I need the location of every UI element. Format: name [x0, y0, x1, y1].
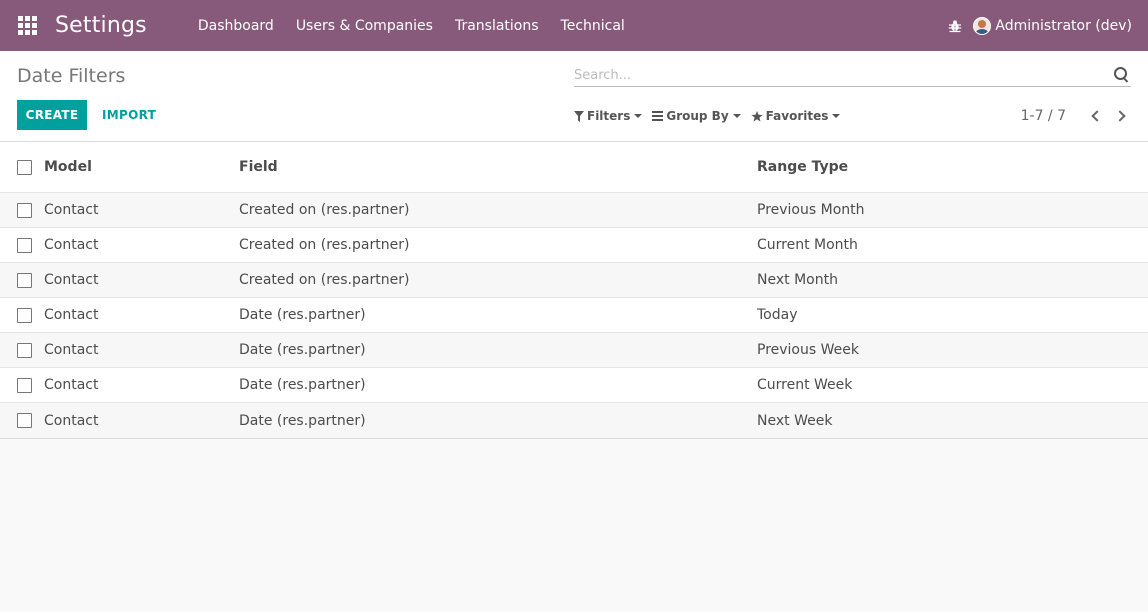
caret-down-icon [732, 114, 741, 118]
select-all-checkbox[interactable] [17, 159, 32, 175]
menu-item-technical[interactable]: Technical [550, 0, 636, 51]
row-checkbox[interactable] [17, 307, 32, 323]
cell-range-type: Today [757, 307, 798, 323]
row-select-cell [0, 377, 44, 393]
control-panel: Date Filters CREATE IMPORT Filters Group… [0, 51, 1148, 142]
column-header-range-type[interactable]: Range Type [757, 159, 1148, 175]
cell-field: Date (res.partner) [239, 412, 366, 429]
table-body: Contact Created on (res.partner) Previou… [0, 193, 1148, 438]
filter-icon [574, 110, 584, 122]
cell-range-type: Next Week [757, 412, 833, 429]
row-checkbox[interactable] [17, 237, 32, 253]
table-row[interactable]: Contact Created on (res.partner) Previou… [0, 193, 1148, 228]
row-select-cell [0, 342, 44, 358]
user-menu[interactable]: Administrator (dev) [973, 0, 1148, 51]
pager-value[interactable]: 1-7 / 7 [1021, 108, 1066, 124]
pager: 1-7 / 7 [1021, 101, 1130, 131]
groupby-dropdown[interactable]: Group By [652, 109, 741, 123]
cell-field: Created on (res.partner) [239, 237, 410, 253]
breadcrumb: Date Filters [17, 65, 126, 87]
apps-menu-icon[interactable] [0, 0, 54, 51]
column-header-model[interactable]: Model [44, 159, 239, 175]
cell-range-type: Previous Week [757, 342, 859, 358]
row-checkbox[interactable] [17, 272, 32, 288]
row-select-cell [0, 202, 44, 218]
cell-model: Contact [44, 412, 99, 429]
cell-field: Date (res.partner) [239, 307, 366, 323]
filters-dropdown[interactable]: Filters [574, 109, 643, 123]
row-checkbox[interactable] [17, 342, 32, 358]
filters-label: Filters [587, 109, 631, 123]
user-name: Administrator (dev) [995, 17, 1132, 34]
list-icon [652, 111, 664, 121]
row-select-cell [0, 272, 44, 288]
pager-previous-button[interactable] [1086, 106, 1104, 126]
groupby-label: Group By [666, 109, 729, 123]
cell-field: Created on (res.partner) [239, 202, 410, 218]
pager-next-button[interactable] [1112, 106, 1130, 126]
main-menu: Dashboard Users & Companies Translations… [187, 0, 636, 51]
row-checkbox[interactable] [17, 413, 32, 428]
menu-item-translations[interactable]: Translations [444, 0, 550, 51]
caret-down-icon [634, 114, 643, 118]
search-options: Filters Group By Favorites [574, 101, 850, 131]
cell-field: Date (res.partner) [239, 377, 366, 393]
chevron-right-icon [1113, 110, 1126, 122]
column-header-field[interactable]: Field [239, 159, 757, 175]
chevron-left-icon [1090, 110, 1103, 122]
apps-grid-icon [17, 16, 37, 35]
select-all-cell [0, 159, 44, 175]
topbar-right: Administrator (dev) [937, 0, 1148, 51]
search-input[interactable] [574, 67, 1113, 83]
debug-bug-icon[interactable] [937, 0, 973, 51]
row-checkbox[interactable] [17, 202, 32, 218]
table-row[interactable]: Contact Date (res.partner) Current Week [0, 368, 1148, 403]
cell-model: Contact [44, 307, 99, 323]
table-header: Model Field Range Type [0, 142, 1148, 193]
cell-range-type: Next Month [757, 272, 838, 288]
table-row[interactable]: Contact Date (res.partner) Today [0, 298, 1148, 333]
row-checkbox[interactable] [17, 377, 32, 393]
cell-range-type: Current Week [757, 377, 853, 393]
cell-model: Contact [44, 272, 99, 288]
cell-model: Contact [44, 342, 99, 358]
avatar [973, 16, 992, 35]
table-row[interactable]: Contact Created on (res.partner) Next Mo… [0, 263, 1148, 298]
row-select-cell [0, 413, 44, 428]
search-bar [574, 64, 1131, 87]
star-icon [751, 110, 763, 122]
table-row[interactable]: Contact Date (res.partner) Previous Week [0, 333, 1148, 368]
list-view-table: Model Field Range Type Contact Created o… [0, 142, 1148, 439]
table-row[interactable]: Contact Date (res.partner) Next Week [0, 403, 1148, 438]
caret-down-icon [832, 114, 841, 118]
cell-field: Date (res.partner) [239, 342, 366, 358]
cell-range-type: Previous Month [757, 202, 865, 218]
table-row[interactable]: Contact Created on (res.partner) Current… [0, 228, 1148, 263]
row-select-cell [0, 307, 44, 323]
top-navbar: Settings Dashboard Users & Companies Tra… [0, 0, 1148, 51]
favorites-dropdown[interactable]: Favorites [751, 109, 841, 123]
row-select-cell [0, 237, 44, 253]
app-title[interactable]: Settings [55, 13, 147, 38]
cell-model: Contact [44, 237, 99, 253]
menu-item-users-companies[interactable]: Users & Companies [285, 0, 444, 51]
cell-range-type: Current Month [757, 237, 858, 253]
menu-item-dashboard[interactable]: Dashboard [187, 0, 285, 51]
create-button[interactable]: CREATE [17, 100, 87, 130]
favorites-label: Favorites [765, 109, 829, 123]
cell-field: Created on (res.partner) [239, 272, 410, 288]
cell-model: Contact [44, 377, 99, 393]
cell-model: Contact [44, 202, 99, 218]
search-icon[interactable] [1113, 66, 1131, 84]
import-button[interactable]: IMPORT [95, 100, 163, 130]
